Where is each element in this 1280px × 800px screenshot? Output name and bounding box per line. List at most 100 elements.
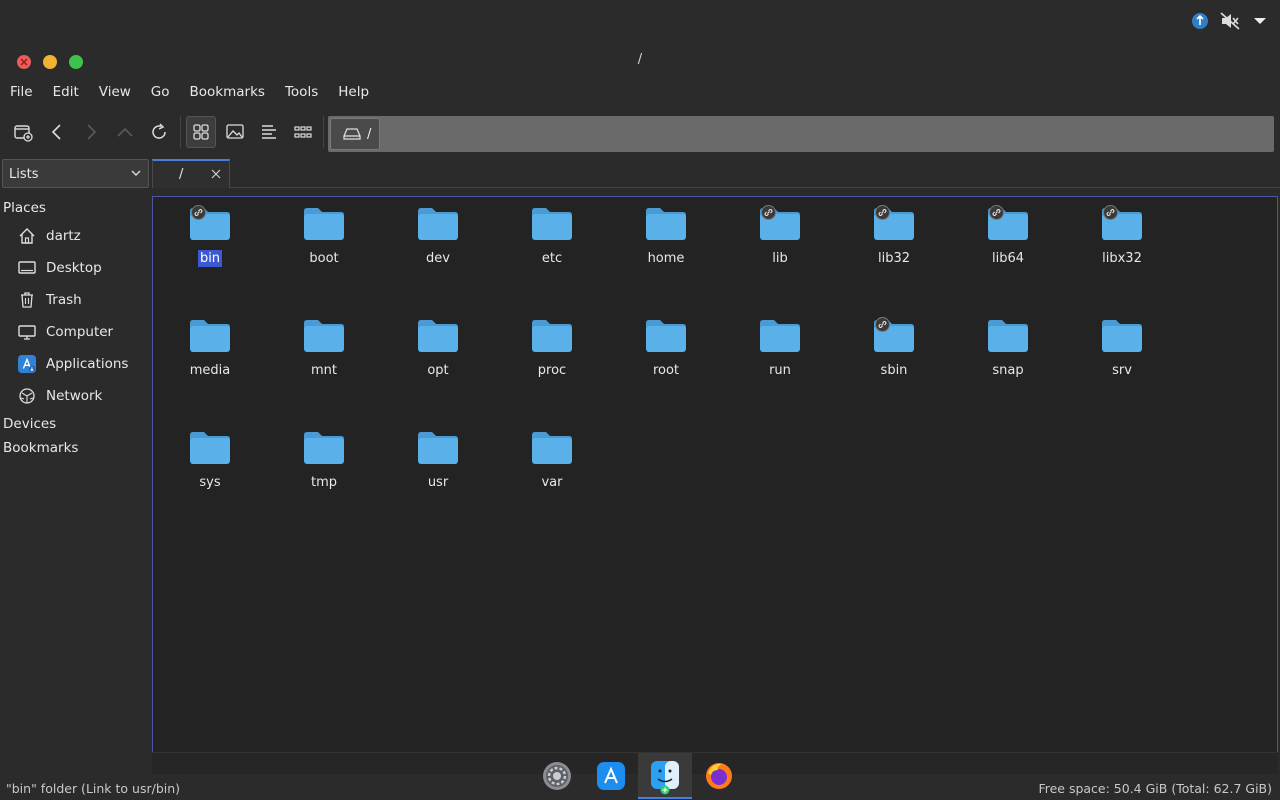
- folder-item[interactable]: opt: [381, 309, 481, 409]
- sidebar-item-desktop[interactable]: Desktop: [0, 252, 150, 284]
- folder-item[interactable]: snap: [951, 309, 1051, 409]
- menu-bookmarks[interactable]: Bookmarks: [180, 82, 275, 104]
- sidebar-item-label: Applications: [46, 356, 129, 372]
- menu-file[interactable]: File: [0, 82, 43, 104]
- sidebar-section-bookmarks[interactable]: Bookmarks: [0, 436, 150, 460]
- toolbar-separator: [323, 116, 324, 148]
- folder-item[interactable]: sbin: [837, 309, 937, 409]
- sidebar-item-label: Network: [46, 388, 103, 404]
- symlink-icon: [989, 205, 1004, 220]
- folder-name-label: snap: [951, 363, 1065, 378]
- folder-name-text: dev: [426, 251, 450, 266]
- window-titlebar[interactable]: /: [0, 44, 1280, 80]
- folder-item[interactable]: media: [153, 309, 253, 409]
- folder-name-label: bin: [153, 250, 267, 267]
- folder-icon: [760, 320, 800, 352]
- toolbar: /: [0, 112, 1280, 154]
- detailed-list-view-button[interactable]: [288, 116, 318, 148]
- folder-name-text: srv: [1112, 363, 1132, 378]
- folder-icon: [1102, 320, 1142, 352]
- folder-item[interactable]: libx32: [1065, 197, 1165, 297]
- forward-button[interactable]: [76, 116, 106, 148]
- folder-name-label: lib: [723, 251, 837, 266]
- panel-menu-caret-icon[interactable]: [1250, 11, 1270, 31]
- folder-icon: [190, 432, 230, 464]
- folder-icon: [988, 320, 1028, 352]
- reload-button[interactable]: [144, 116, 174, 148]
- sidebar-item-home[interactable]: dartz: [0, 220, 150, 252]
- sidebar-section-devices[interactable]: Devices: [0, 412, 150, 436]
- folder-item[interactable]: lib32: [837, 197, 937, 297]
- folder-item[interactable]: home: [609, 197, 709, 297]
- side-pane-mode-select[interactable]: Lists: [2, 159, 149, 188]
- icon-view-button[interactable]: [186, 116, 216, 148]
- applications-icon: [18, 355, 36, 373]
- sidebar-item-label: Desktop: [46, 260, 102, 276]
- folder-name-label: lib64: [951, 251, 1065, 266]
- folder-name-text: lib32: [877, 251, 911, 266]
- folder-item[interactable]: lib: [723, 197, 823, 297]
- sidebar-item-trash[interactable]: Trash: [0, 284, 150, 316]
- folder-name-label: dev: [381, 251, 495, 266]
- path-bar[interactable]: /: [328, 116, 1274, 152]
- chevron-right-icon: [87, 124, 97, 140]
- icon-view-icon: [193, 124, 209, 140]
- sidebar-item-label: Trash: [46, 292, 82, 308]
- status-selection-info: "bin" folder (Link to usr/bin): [6, 781, 181, 796]
- chevron-up-icon: [117, 127, 133, 137]
- path-segment-root[interactable]: /: [330, 118, 380, 150]
- menubar: File Edit View Go Bookmarks Tools Help: [0, 82, 379, 104]
- path-segment-label: /: [367, 126, 372, 142]
- folder-item[interactable]: root: [609, 309, 709, 409]
- menu-go[interactable]: Go: [141, 82, 180, 104]
- menu-tools[interactable]: Tools: [275, 82, 328, 104]
- sidebar-item-applications[interactable]: Applications: [0, 348, 150, 380]
- compact-view-button[interactable]: [254, 116, 284, 148]
- menu-edit[interactable]: Edit: [43, 82, 89, 104]
- file-view[interactable]: bin boot dev etc home lib lib32 lib64 libx32 medi…: [152, 196, 1278, 774]
- menu-view[interactable]: View: [89, 82, 141, 104]
- sidebar-section-places[interactable]: Places: [0, 196, 150, 220]
- folder-item[interactable]: run: [723, 309, 823, 409]
- folder-item[interactable]: var: [495, 421, 595, 521]
- folder-name-label: tmp: [267, 475, 381, 490]
- folder-item[interactable]: dev: [381, 197, 481, 297]
- folder-item[interactable]: usr: [381, 421, 481, 521]
- thumbnail-view-button[interactable]: [220, 116, 250, 148]
- status-bar: "bin" folder (Link to usr/bin) Free spac…: [0, 778, 1280, 800]
- sidebar-item-network[interactable]: Network: [0, 380, 150, 412]
- volume-muted-icon[interactable]: [1220, 11, 1240, 31]
- folder-item[interactable]: proc: [495, 309, 595, 409]
- tab-bar: /: [152, 159, 1280, 188]
- folder-item[interactable]: srv: [1065, 309, 1165, 409]
- new-tab-button[interactable]: [8, 116, 38, 148]
- update-notifier-icon[interactable]: [1190, 11, 1210, 31]
- parent-folder-button[interactable]: [110, 116, 140, 148]
- folder-item[interactable]: boot: [267, 197, 367, 297]
- top-panel: [0, 0, 1280, 44]
- sidebar-item-computer[interactable]: Computer: [0, 316, 150, 348]
- folder-item[interactable]: tmp: [267, 421, 367, 521]
- folder-name-text: lib64: [991, 251, 1025, 266]
- folder-item[interactable]: etc: [495, 197, 595, 297]
- folder-item[interactable]: lib64: [951, 197, 1051, 297]
- folder-name-text: sys: [199, 475, 221, 490]
- menu-help[interactable]: Help: [328, 82, 379, 104]
- sidebar: Places dartz Desktop Trash Computer Appl…: [0, 196, 150, 460]
- tab-root[interactable]: /: [152, 159, 230, 188]
- symlink-icon: [191, 205, 206, 220]
- folder-name-text: opt: [427, 363, 449, 378]
- folder-item[interactable]: sys: [153, 421, 253, 521]
- folder-item[interactable]: bin: [153, 197, 253, 297]
- folder-name-text: snap: [992, 363, 1024, 378]
- folder-name-text: libx32: [1102, 251, 1142, 266]
- image-icon: [226, 124, 244, 139]
- list-lines-icon: [262, 125, 276, 139]
- window-title: /: [637, 52, 643, 67]
- folder-item[interactable]: mnt: [267, 309, 367, 409]
- back-button[interactable]: [42, 116, 72, 148]
- status-free-space: Free space: 50.4 GiB (Total: 62.7 GiB): [1038, 781, 1272, 796]
- folder-name-text: boot: [309, 251, 339, 266]
- close-icon[interactable]: [211, 169, 221, 179]
- network-icon: [18, 387, 36, 405]
